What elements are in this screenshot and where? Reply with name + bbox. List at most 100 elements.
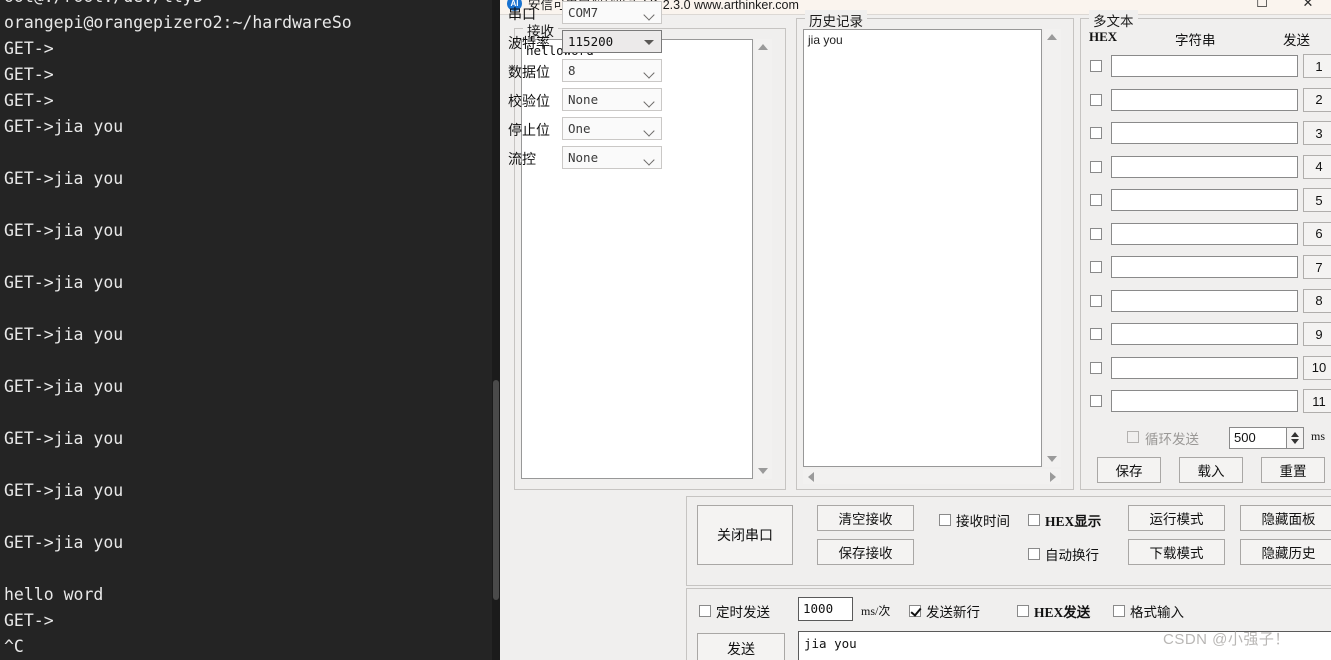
serial-setting-dropdown[interactable]: COM7 (562, 1, 662, 24)
chevron-down-icon[interactable] (644, 40, 654, 45)
serial-setting-row: 流控 None (500, 145, 675, 172)
terminal-scrollbar[interactable] (492, 0, 500, 660)
loop-interval-stepper[interactable] (1287, 427, 1304, 449)
chevron-down-icon[interactable] (643, 96, 655, 108)
hide-history-button[interactable]: 隐藏历史 (1240, 539, 1331, 565)
multitext-hex-checkbox[interactable] (1090, 227, 1102, 240)
serial-setting-value: None (568, 92, 599, 107)
serial-setting-dropdown[interactable]: None (562, 88, 662, 111)
multitext-send-button[interactable]: 9 (1303, 322, 1331, 346)
multitext-send-button[interactable]: 2 (1303, 87, 1331, 112)
run-mode-button[interactable]: 运行模式 (1128, 505, 1225, 531)
multitext-header-send: 发送 (1283, 33, 1310, 48)
multitext-hex-checkbox[interactable] (1090, 127, 1102, 139)
multitext-hex-checkbox[interactable] (1090, 294, 1102, 307)
terminal-scrollbar-thumb[interactable] (493, 380, 499, 600)
chevron-down-icon[interactable] (643, 67, 655, 79)
multitext-string-input[interactable] (1111, 390, 1298, 412)
multitext-row: 10 (1081, 355, 1331, 383)
multitext-hex-checkbox[interactable] (1090, 361, 1102, 374)
timed-interval-input[interactable]: 1000 (798, 597, 853, 621)
hex-display-label-text: HEX显示 (1045, 514, 1102, 529)
hex-send-checkbox[interactable]: HEX发送 (1017, 601, 1090, 621)
format-input-label: 格式输入 (1130, 605, 1184, 620)
multitext-hex-checkbox[interactable] (1090, 160, 1102, 173)
close-icon[interactable]: ✕ (1285, 0, 1331, 14)
watermark-text: CSDN @小强子！ (1163, 631, 1290, 648)
chevron-down-icon[interactable] (643, 9, 655, 21)
multitext-hex-checkbox[interactable] (1090, 328, 1102, 340)
scroll-down-icon[interactable] (1047, 456, 1057, 462)
serial-setting-value: 115200 (568, 34, 614, 49)
history-vertical-scrollbar[interactable] (1044, 29, 1061, 467)
multitext-send-button[interactable]: 3 (1303, 121, 1331, 145)
loop-interval-input[interactable]: 500 (1229, 427, 1287, 449)
history-textarea[interactable]: jia you (803, 29, 1042, 467)
hex-display-checkbox[interactable]: HEX显示 (1028, 510, 1101, 530)
loop-send-checkbox[interactable] (1127, 431, 1139, 443)
multitext-string-input[interactable] (1111, 122, 1298, 144)
serial-setting-row: 数据位 8 (500, 58, 675, 85)
send-newline-checkbox[interactable]: 发送新行 (909, 601, 980, 621)
serial-setting-dropdown[interactable]: None (562, 146, 662, 169)
send-button[interactable]: 发送 (697, 633, 785, 660)
close-port-button[interactable]: 关闭串口 (697, 505, 793, 565)
chevron-down-icon[interactable] (643, 154, 655, 166)
serial-setting-dropdown[interactable]: 115200 (562, 30, 662, 53)
multitext-string-input[interactable] (1111, 356, 1298, 379)
history-panel-legend: 历史记录 (805, 10, 867, 30)
multitext-hex-checkbox[interactable] (1090, 93, 1102, 106)
stepper-up-icon[interactable] (1291, 432, 1299, 437)
multitext-send-button[interactable]: 7 (1303, 255, 1331, 279)
multitext-string-input[interactable] (1111, 155, 1298, 178)
multitext-string-input[interactable] (1111, 289, 1298, 312)
terminal-window[interactable]: oot@:/root:/dev/ttyS orangepi@orangepizer… (0, 0, 500, 660)
scroll-up-icon[interactable] (1047, 34, 1057, 40)
multitext-string-input[interactable] (1111, 189, 1298, 211)
history-horizontal-scrollbar[interactable] (803, 469, 1061, 484)
multitext-string-input[interactable] (1111, 88, 1298, 111)
multitext-hex-checkbox[interactable] (1090, 194, 1102, 206)
load-button[interactable]: 载入 (1179, 457, 1243, 483)
multitext-buttons: 保存 载入 重置 (1081, 457, 1331, 485)
download-mode-button[interactable]: 下载模式 (1128, 539, 1225, 565)
receive-vertical-scrollbar[interactable] (755, 39, 772, 479)
timed-send-checkbox[interactable]: 定时发送 (699, 601, 770, 621)
multitext-string-input[interactable] (1111, 256, 1298, 278)
scroll-down-icon[interactable] (758, 468, 768, 474)
multitext-row: 7 (1081, 254, 1331, 282)
recv-time-checkbox[interactable]: 接收时间 (939, 510, 1010, 530)
multitext-send-button[interactable]: 5 (1303, 188, 1331, 212)
maximize-icon[interactable]: ☐ (1239, 0, 1285, 14)
terminal-line: GET-> (4, 39, 54, 58)
multitext-send-button[interactable]: 10 (1303, 355, 1331, 380)
save-receive-button[interactable]: 保存接收 (817, 539, 914, 565)
multitext-header-row: HEX 字符串 发送 (1081, 29, 1331, 49)
chevron-down-icon[interactable] (643, 125, 655, 137)
multitext-send-button[interactable]: 11 (1303, 389, 1331, 413)
multitext-string-input[interactable] (1111, 55, 1298, 77)
format-input-checkbox[interactable]: 格式输入 (1113, 601, 1184, 621)
serial-setting-dropdown[interactable]: One (562, 117, 662, 140)
serial-setting-dropdown[interactable]: 8 (562, 59, 662, 82)
stepper-down-icon[interactable] (1291, 439, 1299, 444)
hide-panel-button[interactable]: 隐藏面板 (1240, 505, 1331, 531)
clear-receive-button[interactable]: 清空接收 (817, 505, 914, 531)
scroll-right-icon[interactable] (1050, 472, 1056, 482)
multitext-string-input[interactable] (1111, 222, 1298, 245)
multitext-hex-checkbox[interactable] (1090, 60, 1102, 72)
scroll-left-icon[interactable] (808, 472, 814, 482)
multitext-send-button[interactable]: 1 (1303, 54, 1331, 78)
multitext-send-button[interactable]: 8 (1303, 288, 1331, 313)
scroll-up-icon[interactable] (758, 44, 768, 50)
multitext-hex-checkbox[interactable] (1090, 261, 1102, 273)
multitext-string-input[interactable] (1111, 323, 1298, 345)
multitext-hex-checkbox[interactable] (1090, 395, 1102, 407)
reset-button[interactable]: 重置 (1261, 457, 1325, 483)
auto-wrap-checkbox[interactable]: 自动换行 (1028, 544, 1099, 564)
multitext-send-button[interactable]: 6 (1303, 221, 1331, 246)
save-button[interactable]: 保存 (1097, 457, 1161, 483)
multitext-send-button[interactable]: 4 (1303, 154, 1331, 179)
